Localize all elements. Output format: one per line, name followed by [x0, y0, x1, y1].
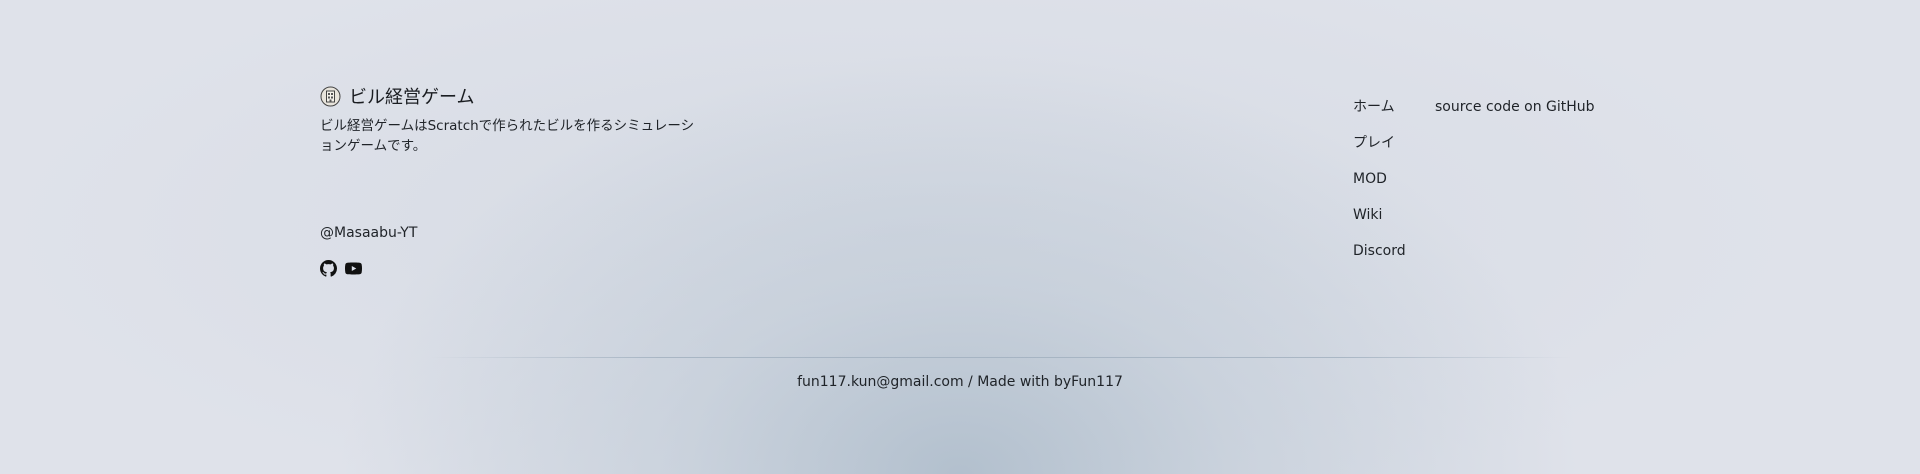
copyright-text: fun117.kun@gmail.com / Made with byFun11… [797, 374, 1123, 390]
nav-link-discord[interactable]: Discord [1353, 241, 1406, 277]
author-handle: @Masaabu-YT [320, 225, 418, 241]
source-code-link[interactable]: source code on GitHub [1435, 97, 1595, 117]
brand-title: ビル経営ゲーム [349, 87, 475, 108]
nav-link-mod[interactable]: MOD [1353, 169, 1406, 205]
footer-nav: ホーム プレイ MOD Wiki Discord [1353, 97, 1406, 277]
social-links [320, 260, 362, 277]
nav-link-wiki[interactable]: Wiki [1353, 205, 1406, 241]
site-footer: ビル経営ゲーム ビル経営ゲームはScratchで作られたビルを作るシミュレーショ… [0, 0, 1920, 474]
youtube-icon[interactable] [345, 260, 362, 277]
brand[interactable]: ビル経営ゲーム [320, 83, 474, 109]
nav-link-play[interactable]: プレイ [1353, 133, 1406, 169]
brand-description: ビル経営ゲームはScratchで作られたビルを作るシミュレーションゲームです。 [320, 118, 695, 154]
footer-divider [430, 357, 1570, 358]
github-icon[interactable] [320, 260, 337, 277]
nav-link-home[interactable]: ホーム [1353, 97, 1406, 133]
building-logo-icon [320, 86, 341, 107]
